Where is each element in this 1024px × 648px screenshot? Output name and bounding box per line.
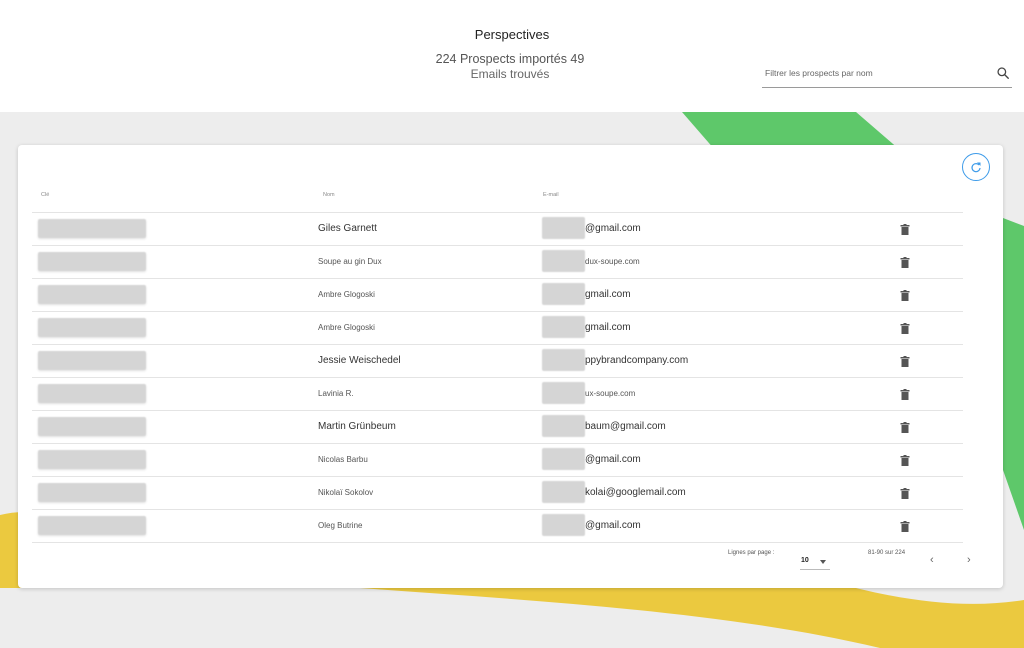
prospect-email: kolai@googlemail.com	[585, 487, 686, 498]
prospect-name: Ambre Glogoski	[318, 323, 375, 332]
search-icon[interactable]	[996, 66, 1010, 80]
prospect-name: Lavinia R.	[318, 389, 354, 398]
prev-page-button[interactable]: ‹	[930, 554, 934, 566]
key-redacted	[38, 516, 146, 535]
delete-icon[interactable]	[900, 356, 910, 367]
next-page-button[interactable]: ›	[967, 554, 971, 566]
prospect-email: baum@gmail.com	[585, 421, 666, 432]
import-stats: 224 Prospects importés 49 Emails trouvés	[380, 52, 640, 82]
prospect-email: @gmail.com	[585, 223, 641, 234]
table-row[interactable]: Lavinia R. ux-soupe.com	[32, 378, 963, 411]
prospect-email: dux-soupe.com	[585, 257, 640, 266]
prospects-card: Clé Nom E-mail Giles Garnett @gmail.com …	[18, 145, 1003, 588]
table-row[interactable]: Ambre Glogoski gmail.com	[32, 279, 963, 312]
table-row[interactable]: Nicolas Barbu @gmail.com	[32, 444, 963, 477]
key-redacted	[38, 351, 146, 370]
prospect-email: gmail.com	[585, 289, 631, 300]
email-redacted	[542, 283, 585, 305]
table-row[interactable]: Nikolaï Sokolov kolai@googlemail.com	[32, 477, 963, 510]
email-redacted	[542, 514, 585, 536]
column-header-email[interactable]: E-mail	[543, 192, 559, 198]
prospect-name: Oleg Butrine	[318, 521, 363, 530]
page-header: Perspectives 224 Prospects importés 49 E…	[0, 0, 1024, 112]
page-title: Perspectives	[474, 27, 550, 42]
prospect-name: Nikolaï Sokolov	[318, 488, 374, 497]
rows-per-page-select[interactable]: 10	[800, 549, 830, 570]
key-redacted	[38, 252, 146, 271]
prospect-name: Giles Garnett	[318, 223, 377, 234]
email-redacted	[542, 250, 585, 272]
column-header-name[interactable]: Nom	[323, 192, 335, 198]
rows-per-page-value: 10	[801, 557, 809, 564]
email-redacted	[542, 382, 585, 404]
refresh-icon	[971, 162, 981, 173]
key-redacted	[38, 219, 146, 238]
prospect-email: ppybrandcompany.com	[585, 355, 689, 366]
prospect-email: @gmail.com	[585, 454, 641, 465]
prospect-name: Nicolas Barbu	[318, 455, 368, 464]
search-field[interactable]: Filtrer les prospects par nom	[762, 62, 1012, 88]
column-header-key[interactable]: Clé	[41, 192, 49, 198]
delete-icon[interactable]	[900, 257, 910, 268]
delete-icon[interactable]	[900, 323, 910, 334]
prospect-email: ux-soupe.com	[585, 389, 636, 398]
table-row[interactable]: Oleg Butrine @gmail.com	[32, 510, 963, 543]
email-redacted	[542, 448, 585, 470]
delete-icon[interactable]	[900, 290, 910, 301]
table-row[interactable]: Giles Garnett @gmail.com	[32, 213, 963, 246]
table-row[interactable]: Soupe au gin Dux dux-soupe.com	[32, 246, 963, 279]
prospect-name: Soupe au gin Dux	[318, 257, 382, 266]
search-input[interactable]: Filtrer les prospects par nom	[765, 68, 873, 78]
delete-icon[interactable]	[900, 422, 910, 433]
rows-per-page-label: Lignes par page :	[728, 550, 775, 556]
key-redacted	[38, 417, 146, 436]
key-redacted	[38, 384, 146, 403]
email-redacted	[542, 349, 585, 371]
key-redacted	[38, 318, 146, 337]
prospect-email: @gmail.com	[585, 520, 641, 531]
key-redacted	[38, 483, 146, 502]
delete-icon[interactable]	[900, 455, 910, 466]
stats-line-2: Emails trouvés	[470, 67, 550, 81]
delete-icon[interactable]	[900, 224, 910, 235]
email-redacted	[542, 415, 585, 437]
stats-line-1: 224 Prospects importés 49	[435, 52, 585, 66]
key-redacted	[38, 285, 146, 304]
refresh-button[interactable]	[962, 153, 990, 181]
chevron-down-icon	[820, 560, 826, 564]
page-range: 81-90 sur 224	[868, 550, 906, 556]
green-stripe-right	[1003, 218, 1024, 530]
key-redacted	[38, 450, 146, 469]
email-redacted	[542, 316, 585, 338]
delete-icon[interactable]	[900, 488, 910, 499]
prospect-name: Jessie Weischedel	[318, 355, 401, 366]
prospect-name: Ambre Glogoski	[318, 290, 375, 299]
email-redacted	[542, 217, 585, 239]
prospect-email: gmail.com	[585, 322, 631, 333]
email-redacted	[542, 481, 585, 503]
table-row[interactable]: Jessie Weischedel ppybrandcompany.com	[32, 345, 963, 378]
table-row[interactable]: Ambre Glogoski gmail.com	[32, 312, 963, 345]
table-row[interactable]: Martin Grünbeum baum@gmail.com	[32, 411, 963, 444]
delete-icon[interactable]	[900, 389, 910, 400]
delete-icon[interactable]	[900, 521, 910, 532]
prospect-name: Martin Grünbeum	[318, 421, 396, 432]
